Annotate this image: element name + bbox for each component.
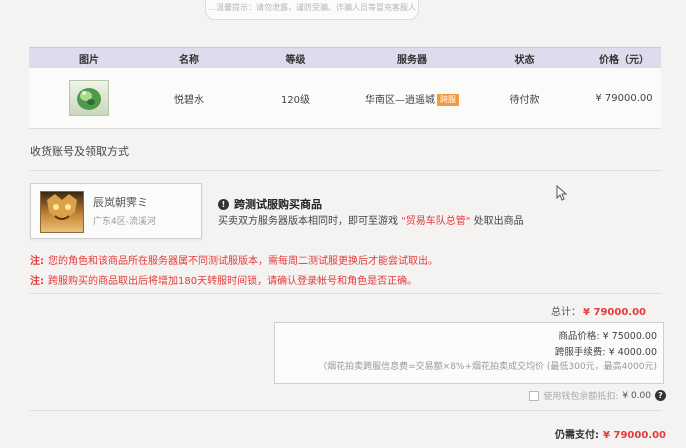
warning-line-2: 注: 跨服购买的商品取出后将增加180天转服时间锁，请确认登录帐号和角色是否正确。 (30, 276, 418, 287)
cross-server-fee-line: 跨服手续费: ¥ 4000.00 (554, 347, 657, 358)
table-row: 悦碧水 120级 华南区—逍遥城 跨服 待付款 ¥ 79000.00 (29, 68, 661, 129)
info-icon: ! (218, 198, 229, 210)
character-card[interactable]: 辰岚朝霁ミ 广东4区-流溪河 (30, 183, 202, 239)
header-level: 等级 (285, 54, 306, 66)
notice-text: 买卖双方服务器版本相同时，即可至游戏 "贸易车队总管" 处取出商品 (218, 216, 524, 227)
item-server-name: 华南区—逍遥城 (365, 94, 435, 106)
header-status: 状态 (514, 54, 535, 66)
amount-due-value: ¥ 79000.00 (603, 430, 666, 441)
header-name: 名称 (179, 54, 199, 66)
item-name: 悦碧水 (174, 94, 204, 106)
character-avatar (40, 191, 84, 233)
item-table: 图片 名称 等级 服务器 状态 价格（元） 悦碧水 120级 华南区—逍遥城 跨服… (29, 47, 661, 129)
fee-note: （烟花拍卖跨服信息费=交易额×8%+烟花拍卖成交均价 (最低300元，最高400… (318, 362, 657, 372)
total-value: ¥ 79000.00 (583, 307, 646, 318)
item-server: 华南区—逍遥城 跨服 (362, 91, 462, 106)
wallet-deduct-row: 使用钱包余额抵扣: ¥ 0.00 ? (529, 389, 666, 402)
divider (30, 410, 662, 411)
character-name: 辰岚朝霁ミ (93, 196, 148, 209)
amount-due-label: 仍需支付: (555, 430, 600, 441)
total-label: 总计： (551, 307, 582, 318)
top-tip-banner: …温馨提示：请勿泄露，谨防受骗、诈骗人员等冒充客服人员联系你… (205, 0, 419, 20)
help-icon[interactable]: ? (655, 390, 666, 401)
item-jade-icon[interactable] (69, 80, 109, 116)
item-price-line: 商品价格: ¥ 75000.00 (558, 331, 657, 342)
item-status: 待付款 (509, 94, 540, 106)
warning-line-1: 注: 您的角色和该商品所在服务器属不同测试服版本，需每周二测试服更换后才能尝试取出… (30, 256, 438, 267)
divider (30, 170, 662, 171)
header-server: 服务器 (397, 54, 427, 66)
cross-server-tag: 跨服 (437, 93, 459, 106)
total-row: 总计： ¥ 79000.00 (551, 303, 646, 318)
table-header: 图片 名称 等级 服务器 状态 价格（元） (29, 47, 661, 68)
mouse-cursor-icon (556, 185, 568, 201)
header-price: 价格（元） (599, 54, 649, 66)
section-title: 收货账号及领取方式 (30, 145, 129, 158)
notice-title-text: 跨测试服购买商品 (234, 198, 322, 211)
item-level: 120级 (280, 94, 311, 106)
notice-title: ! 跨测试服购买商品 (218, 196, 322, 212)
amount-due-row: 仍需支付: ¥ 79000.00 (555, 426, 666, 441)
character-server: 广东4区-流溪河 (93, 217, 156, 227)
wallet-deduct-value: ¥ 0.00 (622, 390, 651, 401)
wallet-deduct-label: 使用钱包余额抵扣: (543, 392, 619, 402)
wallet-deduct-checkbox[interactable] (529, 390, 540, 401)
divider (30, 293, 662, 294)
header-image: 图片 (79, 54, 99, 66)
item-price: ¥ 79000.00 (595, 92, 653, 104)
npc-name-highlight: "贸易车队总管" (401, 216, 471, 227)
fee-breakdown-box: 商品价格: ¥ 75000.00 跨服手续费: ¥ 4000.00 （烟花拍卖跨… (274, 322, 664, 384)
